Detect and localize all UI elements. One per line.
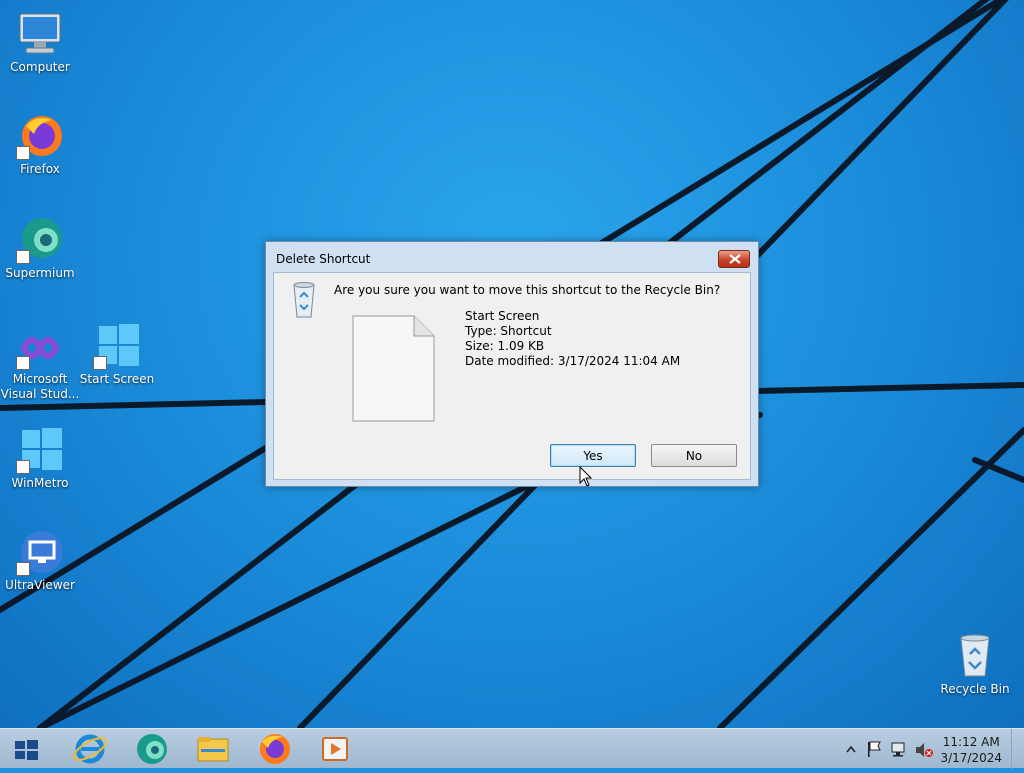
file-info: Start Screen Type: Shortcut Size: 1.09 K… <box>465 309 680 369</box>
media-player-icon <box>322 737 348 761</box>
desktop-icon-label: Computer <box>10 60 70 74</box>
recycle-bin-icon <box>288 281 320 323</box>
firefox-icon <box>260 734 290 764</box>
file-name: Start Screen <box>465 309 540 323</box>
desktop-icon-label: Microsoft Visual Stud... <box>0 372 80 401</box>
shortcut-arrow-icon <box>16 356 30 370</box>
file-explorer-icon <box>197 737 229 762</box>
volume-muted-icon[interactable] <box>916 743 933 757</box>
close-icon <box>729 254 741 264</box>
document-icon <box>352 315 435 422</box>
start-button[interactable] <box>4 731 48 767</box>
desktop-icon-label: Start Screen <box>79 372 155 386</box>
file-date-modified: Date modified: 3/17/2024 11:04 AM <box>465 354 681 368</box>
no-button[interactable]: No <box>651 444 737 467</box>
taskbar: 11:12 AM 3/17/2024 <box>0 728 1024 769</box>
mouse-cursor-icon <box>579 466 593 487</box>
firefox-icon <box>16 112 64 160</box>
taskbar-clock[interactable]: 11:12 AM 3/17/2024 <box>940 734 1002 766</box>
clock-date: 3/17/2024 <box>940 751 1002 765</box>
confirmation-question: Are you sure you want to move this short… <box>334 283 721 297</box>
taskbar-supermium[interactable] <box>130 731 174 767</box>
file-thumbnail <box>352 315 436 427</box>
shortcut-arrow-icon <box>16 460 30 474</box>
taskbar-internet-explorer[interactable] <box>68 731 112 767</box>
desktop-icon-label: WinMetro <box>11 476 69 490</box>
desktop-icon-start-screen[interactable]: Start Screen <box>77 322 157 387</box>
desktop-icon-supermium[interactable]: Supermium <box>0 216 80 281</box>
supermium-icon <box>16 216 64 264</box>
network-icon[interactable] <box>891 742 905 757</box>
taskbar-file-explorer[interactable] <box>191 731 235 767</box>
delete-shortcut-dialog: Delete Shortcut Are you sure you want to… <box>265 241 759 487</box>
clock-time: 11:12 AM <box>942 735 1000 749</box>
ultraviewer-icon <box>16 528 64 576</box>
visual-studio-icon <box>16 322 64 370</box>
internet-explorer-icon <box>73 734 107 764</box>
desktop-icon-ultraviewer[interactable]: UltraViewer <box>0 528 80 593</box>
desktop-icon-label: Recycle Bin <box>940 682 1010 696</box>
desktop-icon-label: Supermium <box>5 266 75 280</box>
file-type: Type: Shortcut <box>465 324 552 338</box>
desktop-icon-label: UltraViewer <box>5 578 75 592</box>
yes-button[interactable]: Yes <box>550 444 636 467</box>
file-size: Size: 1.09 KB <box>465 339 545 353</box>
desktop-icon-recycle-bin[interactable]: Recycle Bin <box>935 632 1015 697</box>
shortcut-arrow-icon <box>16 250 30 264</box>
windows-logo-icon <box>16 426 64 474</box>
desktop-icon-label: Firefox <box>20 162 60 176</box>
taskbar-media-player[interactable] <box>313 731 357 767</box>
shortcut-arrow-icon <box>16 562 30 576</box>
dialog-title: Delete Shortcut <box>276 252 371 266</box>
dialog-titlebar[interactable]: Delete Shortcut <box>266 242 758 272</box>
recycle-bin-icon <box>951 632 999 680</box>
show-hidden-icons-icon[interactable] <box>846 745 856 753</box>
dialog-client: Are you sure you want to move this short… <box>273 272 751 480</box>
desktop-icon-computer[interactable]: Computer <box>0 10 80 75</box>
windows-start-icon <box>15 740 38 760</box>
computer-icon <box>16 10 64 58</box>
shortcut-arrow-icon <box>16 146 30 160</box>
show-desktop-button[interactable] <box>1011 729 1024 769</box>
windows-logo-icon <box>93 322 141 370</box>
shortcut-arrow-icon <box>93 356 107 370</box>
taskbar-firefox[interactable] <box>253 731 297 767</box>
close-button[interactable] <box>718 250 750 268</box>
desktop-icon-winmetro[interactable]: WinMetro <box>0 426 80 491</box>
system-tray <box>842 729 942 769</box>
supermium-icon <box>137 734 167 764</box>
desktop-icon-visual-studio[interactable]: Microsoft Visual Stud... <box>0 322 80 402</box>
desktop-icon-firefox[interactable]: Firefox <box>0 112 80 177</box>
action-center-flag-icon[interactable] <box>868 741 881 757</box>
